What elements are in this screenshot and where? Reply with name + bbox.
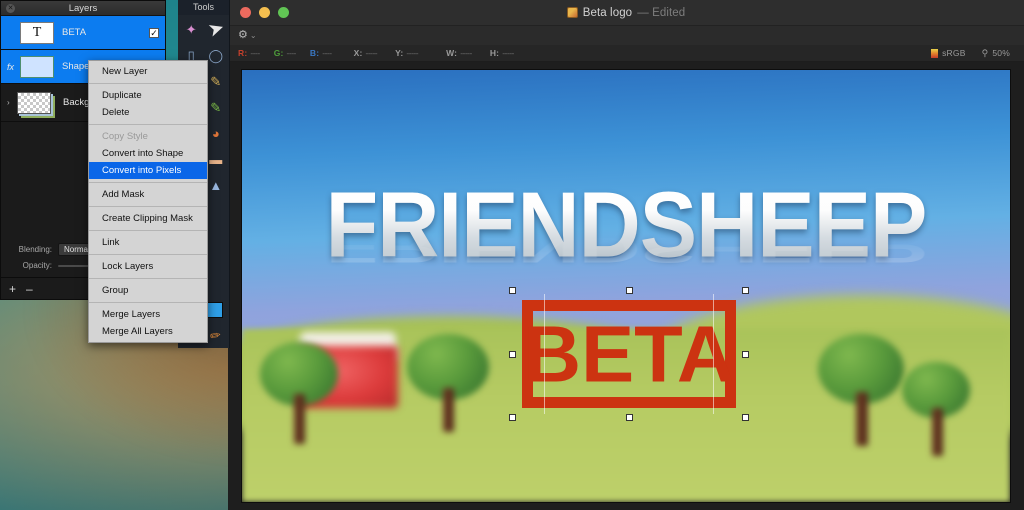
window-titlebar: Beta logo — Edited xyxy=(228,0,1024,26)
menu-item-create-clipping-mask[interactable]: Create Clipping Mask xyxy=(89,210,207,227)
tree-trunk xyxy=(443,388,454,432)
color-profile-label: sRGB xyxy=(942,48,966,58)
menu-separator xyxy=(89,302,207,303)
tree-trunk xyxy=(932,408,943,456)
tree-trunk xyxy=(856,392,868,446)
group-layer-thumbnail[interactable] xyxy=(17,91,51,114)
gear-icon[interactable]: ⚙ xyxy=(238,30,248,41)
info-value-b: ---- xyxy=(322,48,332,58)
menu-item-convert-into-shape[interactable]: Convert into Shape xyxy=(89,145,207,162)
layers-panel-title: Layers xyxy=(68,2,98,14)
canvas-area[interactable]: FRIENDSHEEP FRIENDSHEEP BETA xyxy=(228,62,1024,510)
info-field-g: G: ---- xyxy=(273,48,297,58)
info-label-x: X: xyxy=(353,48,363,58)
info-label-w: W: xyxy=(446,48,458,58)
image-editor-window: Beta logo — Edited ⚙ ⌄ R: ---- G: ---- B… xyxy=(228,0,1024,510)
menu-separator xyxy=(89,230,207,231)
menu-separator xyxy=(89,182,207,183)
layer-fx-badge[interactable]: fx xyxy=(7,62,20,72)
menu-item-delete[interactable]: Delete xyxy=(89,104,207,121)
document-title: Beta logo — Edited xyxy=(228,7,1024,19)
menu-item-merge-all-layers[interactable]: Merge All Layers xyxy=(89,323,207,340)
menu-item-link[interactable]: Link xyxy=(89,234,207,251)
blending-label: Blending: xyxy=(18,245,52,254)
info-value-r: ---- xyxy=(250,48,260,58)
info-value-x: ----- xyxy=(365,48,378,58)
tree-trunk xyxy=(294,394,305,444)
document-edited-status: — Edited xyxy=(637,6,686,19)
menu-item-merge-layers[interactable]: Merge Layers xyxy=(89,306,207,323)
beta-shape-layer[interactable]: BETA xyxy=(509,287,749,421)
menu-item-group[interactable]: Group xyxy=(89,282,207,299)
shape-layer-thumbnail[interactable] xyxy=(20,55,54,78)
info-bar: R: ---- G: ---- B: ---- X: ----- Y: ----… xyxy=(228,45,1024,62)
layer-row-beta[interactable]: T BETA ✓ xyxy=(1,16,165,50)
tree xyxy=(407,334,493,434)
options-bar: ⚙ ⌄ xyxy=(228,26,1024,45)
tree xyxy=(260,342,342,446)
chevron-right-icon[interactable]: › xyxy=(7,98,17,107)
info-label-b: B: xyxy=(309,48,320,58)
info-value-w: ----- xyxy=(460,48,472,58)
eyedropper-tool[interactable]: ✏ xyxy=(209,327,223,345)
menu-separator xyxy=(89,254,207,255)
info-field-b: B: ---- xyxy=(310,48,332,58)
info-field-x: X: ----- xyxy=(354,48,378,58)
info-value-y: ----- xyxy=(406,48,419,58)
color-profile-icon xyxy=(931,48,939,58)
tree xyxy=(818,334,908,450)
menu-separator xyxy=(89,278,207,279)
zoom-level-label: 50% xyxy=(992,48,1010,58)
layer-visibility-checkbox[interactable]: ✓ xyxy=(149,27,159,38)
magnifier-icon: ⚲ xyxy=(981,47,989,58)
menu-item-convert-into-pixels[interactable]: Convert into Pixels xyxy=(89,162,207,179)
beta-text: BETA xyxy=(523,308,735,399)
info-bar-right: sRGB ⚲ 50% xyxy=(931,48,1024,59)
opacity-label: Opacity: xyxy=(22,261,52,270)
menu-item-add-mask[interactable]: Add Mask xyxy=(89,186,207,203)
info-field-w: W: ----- xyxy=(446,48,472,58)
add-layer-button[interactable]: + xyxy=(9,282,16,296)
menu-separator xyxy=(89,83,207,84)
info-label-y: Y: xyxy=(395,48,404,58)
menu-separator xyxy=(89,206,207,207)
menu-separator xyxy=(89,124,207,125)
artboard[interactable]: FRIENDSHEEP FRIENDSHEEP BETA xyxy=(242,70,1010,502)
text-layer-thumbnail[interactable]: T xyxy=(20,21,54,44)
info-field-h: H: ----- xyxy=(489,48,515,58)
menu-item-copy-style: Copy Style xyxy=(102,131,148,142)
info-label-h: H: xyxy=(489,48,500,58)
layer-name: BETA xyxy=(62,27,87,38)
tree xyxy=(902,362,974,464)
menu-item-new-layer[interactable]: New Layer xyxy=(89,63,207,80)
wordmark-reflection: FRIENDSHEEP xyxy=(325,226,927,271)
info-value-h: ----- xyxy=(502,48,514,58)
info-value-g: ---- xyxy=(286,48,297,58)
zoom-level-indicator[interactable]: ⚲ 50% xyxy=(982,48,1010,59)
info-label-r: R: xyxy=(238,48,248,58)
delete-layer-button[interactable]: – xyxy=(26,282,33,296)
menu-item-duplicate[interactable]: Duplicate xyxy=(89,87,207,104)
info-field-y: Y: ----- xyxy=(395,48,418,58)
menu-item-lock-layers[interactable]: Lock Layers xyxy=(89,258,207,275)
info-label-g: G: xyxy=(273,48,284,58)
layer-context-menu: New Layer Duplicate Delete Copy Style Co… xyxy=(88,60,208,343)
info-field-r: R: ---- xyxy=(238,48,260,58)
layers-panel-header: ✕ Layers xyxy=(1,1,165,16)
move-tool[interactable]: ➤ xyxy=(200,14,231,44)
document-icon xyxy=(566,7,578,18)
chevron-down-icon[interactable]: ⌄ xyxy=(250,31,257,40)
color-profile-indicator[interactable]: sRGB xyxy=(931,48,965,58)
foreground-color-chip[interactable] xyxy=(207,302,223,318)
tools-panel-title: Tools xyxy=(178,0,229,15)
document-name: Beta logo xyxy=(582,6,633,19)
